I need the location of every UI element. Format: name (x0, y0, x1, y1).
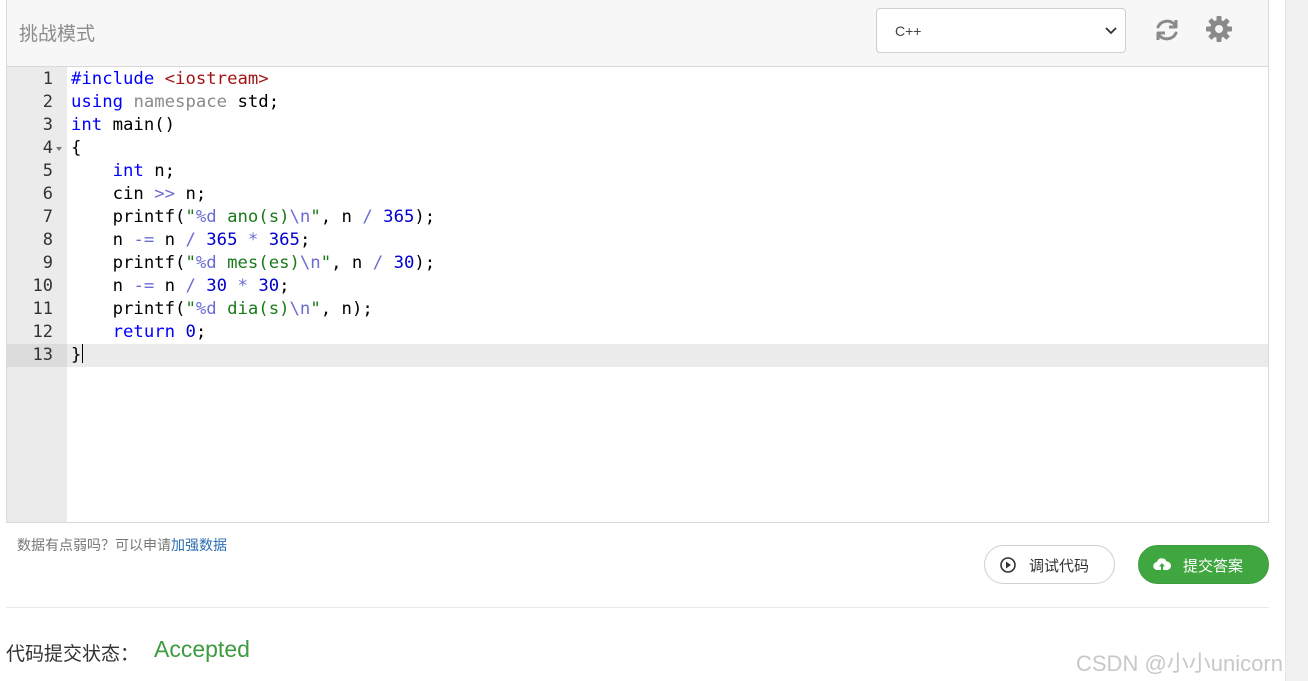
code-text: int n; (112, 161, 176, 181)
code-line: 7 printf("%d ano(s)\n", n / 365); (7, 206, 1268, 229)
line-number: 8 (42, 230, 53, 250)
submit-answer-label: 提交答案 (1183, 557, 1244, 575)
code-line: 8 n -= n / 365 * 365; (7, 229, 1268, 252)
line-number: 9 (42, 253, 53, 273)
mode-title: 挑战模式 (19, 23, 96, 45)
submission-status-label: 代码提交状态： (6, 643, 140, 665)
code-text: n -= n / 30 * 30; (71, 276, 290, 296)
line-number: 2 (42, 92, 53, 112)
code-text: return 0; (112, 322, 207, 342)
code-text: #include <iostream> (71, 69, 269, 89)
submission-status-value: Accepted (154, 636, 250, 662)
code-lines: 1 #include <iostream> 2 using namespace … (7, 68, 1268, 367)
fold-arrow-icon[interactable] (56, 147, 62, 151)
text-cursor (82, 344, 84, 363)
refresh-icon[interactable] (1153, 16, 1181, 44)
language-select-value: C++ (895, 23, 922, 39)
debug-code-label: 调试代码 (1029, 557, 1090, 575)
line-number: 11 (32, 299, 53, 319)
code-text: printf("%d mes(es)\n", n / 30); (71, 253, 436, 273)
strengthen-data-link[interactable]: 加强数据 (171, 538, 227, 554)
code-line: 4 { (7, 137, 1268, 160)
section-divider (6, 607, 1269, 608)
line-number: 4 (42, 138, 53, 158)
code-text: { (71, 138, 82, 158)
line-number: 10 (32, 276, 53, 296)
code-line: 1 #include <iostream> (7, 68, 1268, 91)
code-line: 11 printf("%d dia(s)\n", n); (7, 298, 1268, 321)
code-line: 13 } (7, 344, 1268, 367)
code-text: printf("%d ano(s)\n", n / 365); (71, 207, 436, 227)
code-panel: 挑战模式 C++ 1 #include <iostream> 2 using n… (6, 0, 1269, 523)
line-number: 13 (32, 345, 53, 365)
chevron-down-icon (1105, 27, 1117, 35)
code-line: 3 int main() (7, 114, 1268, 137)
code-text: int main() (71, 115, 176, 135)
code-text: } (71, 344, 84, 365)
line-number: 1 (42, 69, 53, 89)
line-number: 12 (32, 322, 53, 342)
watermark: CSDN @小小unicorn (1076, 651, 1283, 676)
line-number: 3 (42, 115, 53, 135)
code-line: 2 using namespace std; (7, 91, 1268, 114)
cloud-upload-icon (1153, 558, 1171, 571)
code-line: 5 int n; (7, 160, 1268, 183)
submit-answer-button[interactable]: 提交答案 (1138, 545, 1269, 584)
code-text: n -= n / 365 * 365; (71, 230, 311, 250)
code-line: 12 return 0; (7, 321, 1268, 344)
language-select[interactable]: C++ (876, 8, 1126, 53)
code-text: using namespace std; (71, 92, 280, 112)
data-hint: 数据有点弱吗？可以申请加强数据 (17, 535, 227, 555)
editor-toolbar: 挑战模式 C++ (7, 0, 1268, 67)
code-line: 10 n -= n / 30 * 30; (7, 275, 1268, 298)
code-text: printf("%d dia(s)\n", n); (71, 299, 373, 319)
page-scrollbar[interactable] (1285, 0, 1308, 681)
gear-icon[interactable] (1205, 15, 1233, 43)
debug-code-button[interactable]: 调试代码 (984, 545, 1115, 584)
code-line: 9 printf("%d mes(es)\n", n / 30); (7, 252, 1268, 275)
code-line: 6 cin >> n; (7, 183, 1268, 206)
play-circle-icon (1000, 557, 1016, 573)
line-number: 7 (42, 207, 53, 227)
data-hint-text: 数据有点弱吗？可以申请 (17, 538, 171, 554)
code-text: cin >> n; (71, 184, 207, 204)
line-number: 6 (42, 184, 53, 204)
code-editor[interactable]: 1 #include <iostream> 2 using namespace … (7, 67, 1268, 522)
line-number: 5 (42, 161, 53, 181)
